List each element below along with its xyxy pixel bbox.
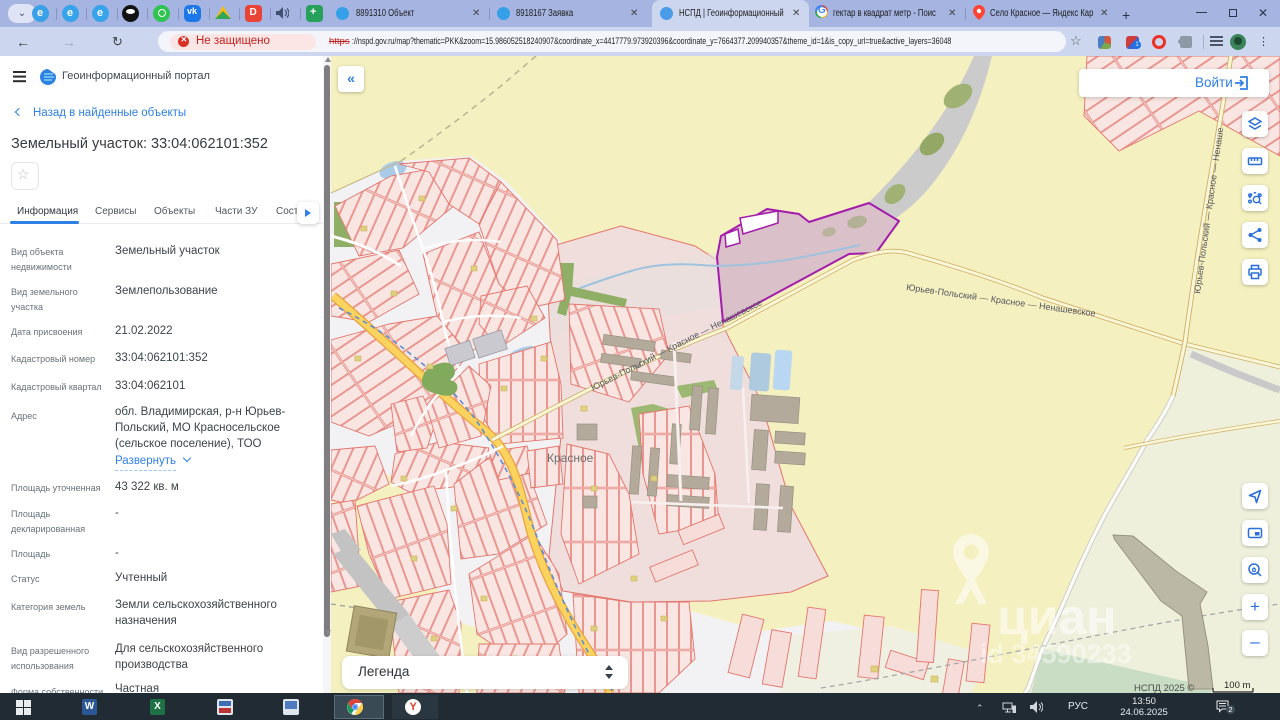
svg-text:НСПД 2025 ©: НСПД 2025 © (1134, 683, 1194, 693)
svg-text:циан: циан (997, 589, 1116, 645)
svg-text:id 34590233: id 34590233 (980, 639, 1132, 669)
svg-text:Красное: Красное (547, 451, 594, 465)
svg-text:100 m: 100 m (1224, 680, 1250, 691)
